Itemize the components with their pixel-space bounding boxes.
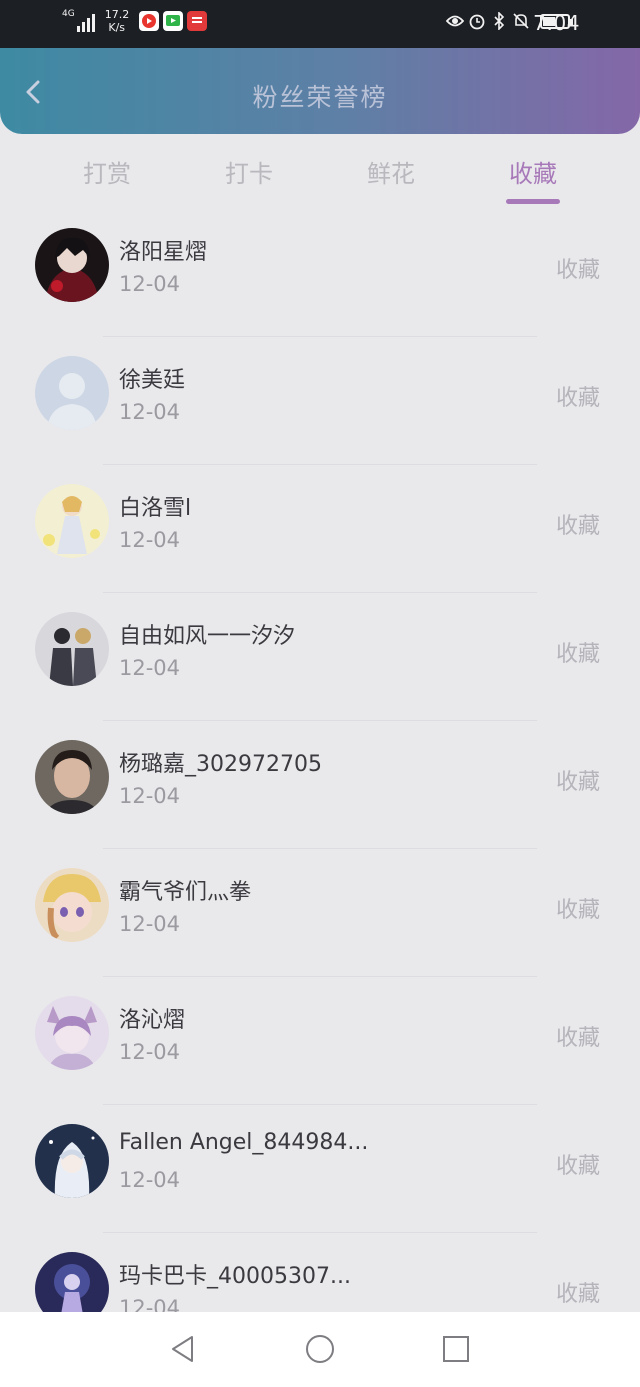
list-item[interactable]: 白洛雪l 12-04 收藏 [0, 468, 640, 596]
fan-action-label: 收藏 [556, 898, 601, 923]
page-title: 粉丝荣誉榜 [252, 83, 388, 112]
fan-action-label: 收藏 [556, 386, 601, 411]
network-type: 4G [62, 9, 75, 19]
fan-name: 洛沁熠 [119, 1008, 186, 1033]
avatar [35, 996, 109, 1070]
alarm-icon [468, 12, 486, 30]
avatar [35, 1124, 109, 1198]
divider [103, 592, 537, 593]
back-nav-icon[interactable] [168, 1334, 198, 1364]
news-app-icon [186, 11, 207, 31]
tab-flowers[interactable]: 鲜花 [346, 154, 436, 189]
tab-bar: 打赏 打卡 鲜花 收藏 [0, 152, 640, 204]
list-item[interactable]: 玛卡巴卡_40005307... 12-04 收藏 [0, 1236, 640, 1312]
speed-value: 17.2 [104, 8, 130, 21]
status-bar: 4G 17.2 K/s 7:04 [0, 0, 640, 48]
fan-action-label: 收藏 [556, 642, 601, 667]
fan-name: 洛阳星熠 [119, 240, 208, 265]
tab-favorites[interactable]: 收藏 [488, 154, 578, 189]
fan-name: 徐美廷 [119, 368, 186, 393]
fan-date: 12-04 [119, 272, 181, 296]
header-bar: 粉丝荣誉榜 [0, 48, 640, 134]
list-item[interactable]: 杨璐嘉_302972705 12-04 收藏 [0, 724, 640, 852]
divider [103, 848, 537, 849]
fan-date: 12-04 [119, 1040, 181, 1064]
home-nav-icon[interactable] [305, 1334, 335, 1364]
video-app-icon [138, 11, 159, 31]
divider [103, 720, 537, 721]
mute-bell-icon [512, 12, 530, 30]
divider [103, 1104, 537, 1105]
avatar [35, 868, 109, 942]
avatar [35, 356, 109, 430]
signal-icon: 4G [62, 10, 97, 32]
system-nav-bar [0, 1312, 640, 1387]
fan-date: 12-04 [119, 784, 181, 808]
fan-action-label: 收藏 [556, 770, 601, 795]
fan-name: 霸气爷们灬拳 [119, 880, 252, 905]
avatar [35, 612, 109, 686]
fan-action-label: 收藏 [556, 258, 601, 283]
clock: 7:04 [533, 11, 580, 35]
recents-nav-icon[interactable] [441, 1334, 471, 1364]
divider [103, 464, 537, 465]
fan-date: 12-04 [119, 656, 181, 680]
fan-action-label: 收藏 [556, 1154, 601, 1179]
fan-list[interactable]: 洛阳星熠 12-04 收藏 徐美廷 12-04 收藏 白洛雪l 12-04 收藏… [0, 212, 640, 1312]
fan-date: 12-04 [119, 400, 181, 424]
fan-date: 12-04 [119, 912, 181, 936]
divider [103, 1232, 537, 1233]
avatar [35, 740, 109, 814]
divider [103, 976, 537, 977]
avatar [35, 1252, 109, 1312]
list-item[interactable]: 洛沁熠 12-04 收藏 [0, 980, 640, 1108]
fan-name: 玛卡巴卡_40005307... [119, 1264, 351, 1289]
fan-date: 12-04 [119, 1168, 181, 1192]
list-item[interactable]: 徐美廷 12-04 收藏 [0, 340, 640, 468]
divider [103, 336, 537, 337]
fan-name: 自由如风一一汐汐 [119, 624, 296, 649]
list-item[interactable]: 自由如风一一汐汐 12-04 收藏 [0, 596, 640, 724]
fan-action-label: 收藏 [556, 1026, 601, 1051]
fan-date: 12-04 [119, 1296, 181, 1312]
network-speed: 17.2 K/s [104, 8, 130, 34]
bluetooth-icon [490, 12, 508, 30]
player-app-icon [162, 11, 183, 31]
fan-name: 杨璐嘉_302972705 [119, 752, 322, 777]
list-item[interactable]: 洛阳星熠 12-04 收藏 [0, 212, 640, 340]
fan-name: 白洛雪l [119, 496, 192, 521]
list-item[interactable]: Fallen Angel_844984... 12-04 收藏 [0, 1108, 640, 1236]
tab-checkin[interactable]: 打卡 [204, 154, 294, 189]
list-item[interactable]: 霸气爷们灬拳 12-04 收藏 [0, 852, 640, 980]
avatar [35, 484, 109, 558]
eye-icon [446, 12, 464, 30]
avatar [35, 228, 109, 302]
fan-name: Fallen Angel_844984... [119, 1130, 369, 1155]
fan-action-label: 收藏 [556, 1282, 601, 1307]
fan-date: 12-04 [119, 528, 181, 552]
tab-reward[interactable]: 打赏 [62, 154, 152, 189]
speed-unit: K/s [108, 21, 126, 34]
fan-action-label: 收藏 [556, 514, 601, 539]
active-tab-indicator [506, 199, 560, 204]
